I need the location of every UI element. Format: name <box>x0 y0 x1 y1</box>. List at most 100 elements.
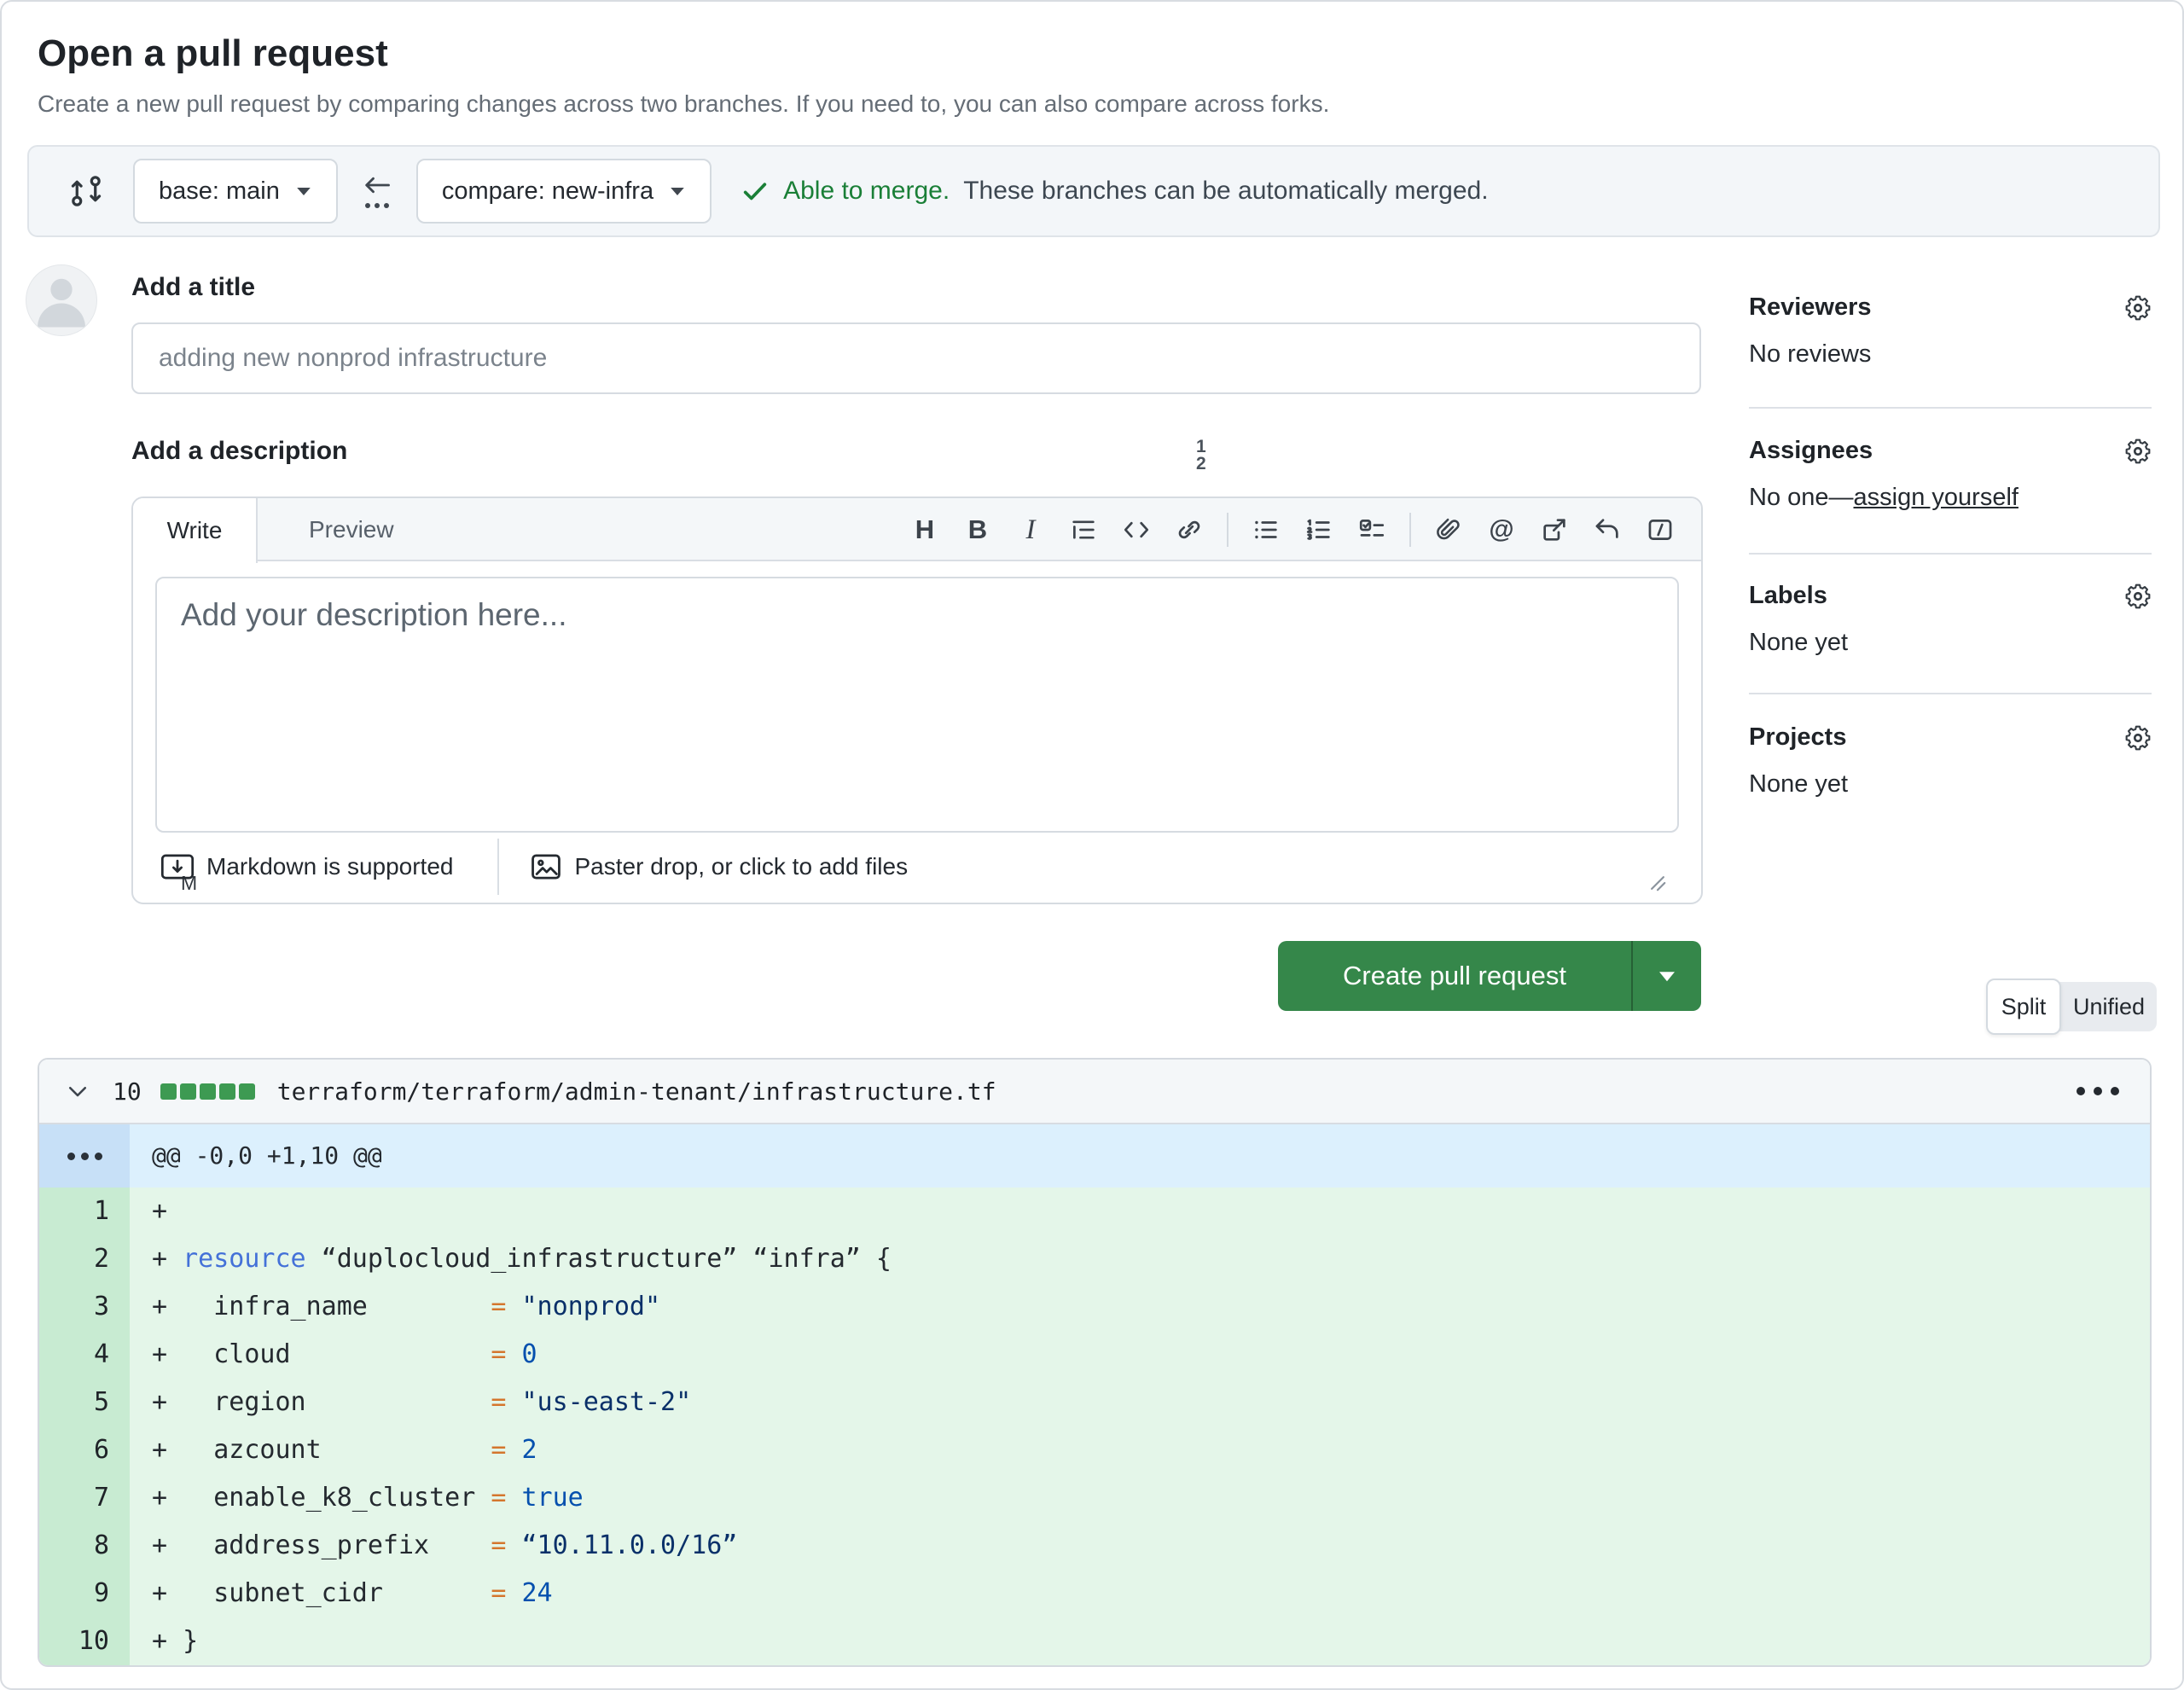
diff-view-toggle: Split Unified <box>1986 982 2157 1031</box>
reviewers-label: Reviewers <box>1749 293 1872 322</box>
title-input[interactable] <box>131 322 1701 394</box>
pr-sidebar: Reviewers No reviews Assignees No one—as… <box>1749 283 2152 799</box>
line-number[interactable]: 4 <box>39 1331 130 1379</box>
reviewers-value: No reviews <box>1749 340 2152 369</box>
diff-changes-count: 10 <box>113 1077 142 1106</box>
unified-button[interactable]: Unified <box>2061 982 2157 1031</box>
merge-status-note: These branches can be automatically merg… <box>963 177 1488 206</box>
create-pr-label: Create pull request <box>1278 941 1631 1011</box>
caret-down-icon <box>1657 970 1677 983</box>
unordered-list-icon[interactable] <box>1244 507 1288 553</box>
toolbar-divider <box>1409 513 1411 547</box>
tasklist-icon[interactable] <box>1350 507 1394 553</box>
diff-lines: 1+2+ resource “duplocloud_infrastructure… <box>39 1188 2150 1665</box>
line-number[interactable]: 7 <box>39 1474 130 1522</box>
toolbar-divider <box>1227 513 1228 547</box>
create-pull-request-button[interactable]: Create pull request <box>1278 941 1701 1011</box>
markdown-icon <box>160 853 195 880</box>
diff-line: 10+ } <box>39 1617 2150 1665</box>
assignees-value: No one—assign yourself <box>1749 484 2152 512</box>
assign-yourself-link[interactable]: assign yourself <box>1854 484 2018 511</box>
diffstat-block <box>180 1083 196 1100</box>
code-content: + resource “duplocloud_infrastructure” “… <box>130 1235 2150 1283</box>
description-label: Add a description <box>131 437 347 466</box>
page-fraction: 1 2 <box>1196 438 1206 473</box>
cross-reference-icon[interactable] <box>1532 507 1577 553</box>
code-content: + enable_k8_cluster = true <box>130 1474 2150 1522</box>
diffstat-block <box>200 1083 216 1100</box>
projects-value: None yet <box>1749 770 2152 799</box>
attach-note[interactable]: Paster drop, or click to add files <box>530 852 908 881</box>
code-icon[interactable] <box>1114 507 1159 553</box>
gear-icon[interactable] <box>2124 438 2152 465</box>
gear-icon[interactable] <box>2124 583 2152 610</box>
create-pr-caret[interactable] <box>1631 941 1701 1011</box>
footer-divider <box>497 839 499 895</box>
mention-icon[interactable]: @ <box>1479 507 1524 553</box>
page-subtitle: Create a new pull request by comparing c… <box>38 90 1329 118</box>
diff-line: 1+ <box>39 1188 2150 1235</box>
diff-line: 8+ address_prefix = “10.11.0.0/16” <box>39 1522 2150 1570</box>
diffstat-block <box>239 1083 255 1100</box>
slash-command-icon[interactable] <box>1638 507 1682 553</box>
heading-icon[interactable]: H <box>903 507 947 553</box>
italic-icon[interactable]: I <box>1008 507 1053 553</box>
git-compare-icon <box>67 171 106 211</box>
editor-header: Write Preview H B I <box>133 498 1701 561</box>
diff-line: 3+ infra_name = "nonprod" <box>39 1283 2150 1331</box>
code-content: + <box>130 1188 2150 1235</box>
editor-footer: Markdown is supported Paster drop, or cl… <box>133 831 1701 903</box>
bold-icon[interactable]: B <box>956 507 1000 553</box>
assignees-label: Assignees <box>1749 437 1873 465</box>
diffstat <box>160 1083 255 1100</box>
line-number[interactable]: 6 <box>39 1426 130 1474</box>
line-number[interactable]: 10 <box>39 1617 130 1665</box>
ordered-list-icon[interactable] <box>1297 507 1341 553</box>
editor-toolbar: H B I <box>903 498 1682 561</box>
link-icon[interactable] <box>1167 507 1211 553</box>
caret-down-icon <box>295 186 312 197</box>
base-branch-label: base: main <box>159 177 280 206</box>
line-number[interactable]: 8 <box>39 1522 130 1570</box>
line-number[interactable]: 3 <box>39 1283 130 1331</box>
diff-file-path[interactable]: terraform/terraform/admin-tenant/infrast… <box>277 1077 996 1106</box>
line-number[interactable]: 1 <box>39 1188 130 1235</box>
reply-icon[interactable] <box>1585 507 1629 553</box>
labels-value: None yet <box>1749 629 2152 657</box>
code-content: + } <box>130 1617 2150 1665</box>
quote-icon[interactable] <box>1061 507 1106 553</box>
sidebar-section-assignees: Assignees No one—assign yourself <box>1749 409 2152 555</box>
code-content: + address_prefix = “10.11.0.0/16” <box>130 1522 2150 1570</box>
projects-label: Projects <box>1749 723 1846 752</box>
compare-branch-button[interactable]: compare: new-infra <box>416 159 712 224</box>
caret-down-icon <box>669 186 686 197</box>
chevron-down-icon[interactable] <box>65 1078 90 1104</box>
diff-line: 2+ resource “duplocloud_infrastructure” … <box>39 1235 2150 1283</box>
hunk-expand-icon[interactable] <box>39 1124 130 1188</box>
gear-icon[interactable] <box>2124 724 2152 752</box>
paperclip-icon[interactable] <box>1426 507 1471 553</box>
check-icon <box>741 177 770 206</box>
base-branch-button[interactable]: base: main <box>133 159 338 224</box>
compare-branch-label: compare: new-infra <box>442 177 653 206</box>
markdown-note[interactable]: Markdown is supported <box>160 853 453 880</box>
tab-write[interactable]: Write <box>133 498 258 563</box>
hunk-header: @@ -0,0 +1,10 @@ <box>130 1124 2150 1188</box>
description-textarea[interactable] <box>155 577 1679 833</box>
code-content: + azcount = 2 <box>130 1426 2150 1474</box>
open-pull-request-page: Open a pull request Create a new pull re… <box>0 0 2184 1690</box>
gear-icon[interactable] <box>2124 294 2152 322</box>
code-content: + subnet_cidr = 24 <box>130 1570 2150 1617</box>
kebab-icon[interactable] <box>2071 1078 2124 1104</box>
line-number[interactable]: 9 <box>39 1570 130 1617</box>
diff-line: 7+ enable_k8_cluster = true <box>39 1474 2150 1522</box>
tab-preview[interactable]: Preview <box>292 498 411 561</box>
sidebar-section-labels: Labels None yet <box>1749 555 2152 694</box>
diffstat-block <box>219 1083 235 1100</box>
line-number[interactable]: 2 <box>39 1235 130 1283</box>
person-icon <box>26 264 96 335</box>
line-number[interactable]: 5 <box>39 1379 130 1426</box>
labels-label: Labels <box>1749 582 1827 610</box>
diff-line: 5+ region = "us-east-2" <box>39 1379 2150 1426</box>
split-button[interactable]: Split <box>1986 979 2061 1035</box>
